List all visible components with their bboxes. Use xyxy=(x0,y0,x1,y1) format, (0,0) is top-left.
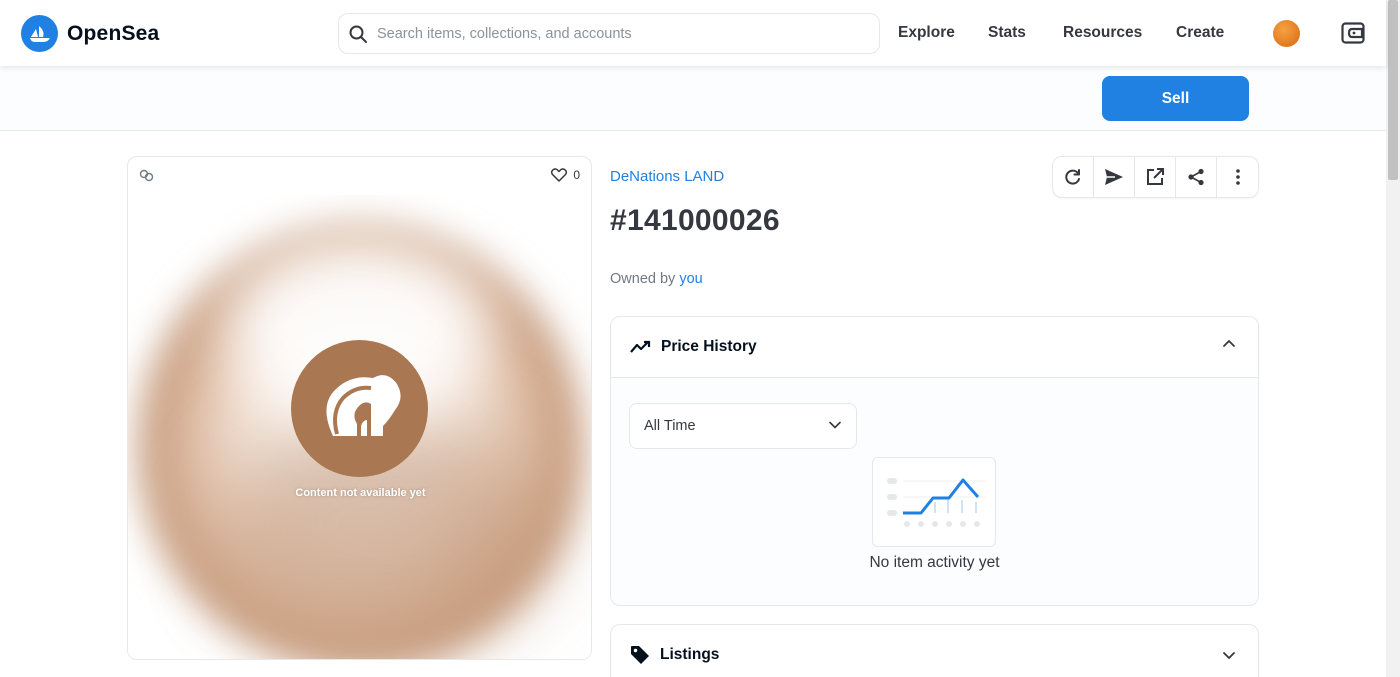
transfer-button[interactable] xyxy=(1094,157,1135,197)
more-options-button[interactable] xyxy=(1217,157,1258,197)
owner-line: Owned by you xyxy=(610,271,703,287)
share-button[interactable] xyxy=(1176,157,1217,197)
page-scrollbar[interactable] xyxy=(1386,0,1400,677)
trending-line-icon xyxy=(630,340,651,353)
empty-chart-illustration xyxy=(872,457,996,547)
owned-by-label: Owned by xyxy=(610,271,676,287)
opensea-logo-icon xyxy=(21,15,58,52)
item-action-bar: Sell xyxy=(0,66,1386,131)
content-unavailable-text: Content not available yet xyxy=(295,487,426,499)
favorite-count: 0 xyxy=(573,168,580,182)
owner-link[interactable]: you xyxy=(679,271,702,287)
price-history-body: All Time No item activity yet xyxy=(611,377,1258,605)
collection-placeholder-logo xyxy=(291,340,428,477)
brand-name: OpenSea xyxy=(67,21,160,45)
chevron-down-icon[interactable] xyxy=(1222,651,1236,660)
sell-button[interactable]: Sell xyxy=(1102,76,1249,121)
share-icon xyxy=(1188,168,1204,186)
item-media-card: 0 Content not available yet xyxy=(127,156,592,660)
tag-icon xyxy=(631,646,649,664)
nav-create[interactable]: Create xyxy=(1176,24,1224,42)
price-history-panel: Price History All Time No item activity … xyxy=(610,316,1259,606)
nav-stats[interactable]: Stats xyxy=(988,24,1026,42)
open-external-button[interactable] xyxy=(1135,157,1176,197)
search-bar[interactable] xyxy=(338,13,880,54)
listings-header[interactable]: Listings xyxy=(611,625,1258,677)
search-icon xyxy=(349,25,367,43)
chevron-down-icon xyxy=(829,421,841,429)
media-header: 0 xyxy=(128,157,591,195)
search-input[interactable] xyxy=(377,25,857,42)
time-range-value: All Time xyxy=(644,418,696,434)
favorite-button[interactable]: 0 xyxy=(551,168,580,182)
collection-link[interactable]: DeNations LAND xyxy=(610,168,724,185)
nav-resources[interactable]: Resources xyxy=(1063,24,1142,42)
external-link-icon xyxy=(1147,168,1164,185)
refresh-button[interactable] xyxy=(1053,157,1094,197)
item-toolbar xyxy=(1052,156,1259,198)
more-vertical-icon xyxy=(1235,169,1240,185)
item-title: #141000026 xyxy=(610,204,780,237)
brand-link[interactable]: OpenSea xyxy=(21,15,159,52)
scrollbar-thumb[interactable] xyxy=(1388,0,1398,180)
wallet-icon[interactable] xyxy=(1341,22,1365,49)
heart-icon xyxy=(551,168,568,182)
listings-panel: Listings xyxy=(610,624,1259,677)
chain-icon xyxy=(139,169,154,182)
chevron-up-icon[interactable] xyxy=(1222,339,1236,348)
listings-title: Listings xyxy=(660,646,720,663)
item-image[interactable]: Content not available yet xyxy=(128,195,591,659)
no-activity-text: No item activity yet xyxy=(869,554,1000,571)
refresh-icon xyxy=(1065,169,1080,185)
time-range-select[interactable]: All Time xyxy=(629,403,857,449)
profile-avatar[interactable] xyxy=(1273,20,1300,47)
price-history-title: Price History xyxy=(661,338,757,355)
nav-explore[interactable]: Explore xyxy=(898,24,955,42)
top-navbar: OpenSea Explore Stats Resources Create xyxy=(0,0,1386,66)
price-history-header[interactable]: Price History xyxy=(611,317,1258,377)
send-icon xyxy=(1105,169,1123,185)
